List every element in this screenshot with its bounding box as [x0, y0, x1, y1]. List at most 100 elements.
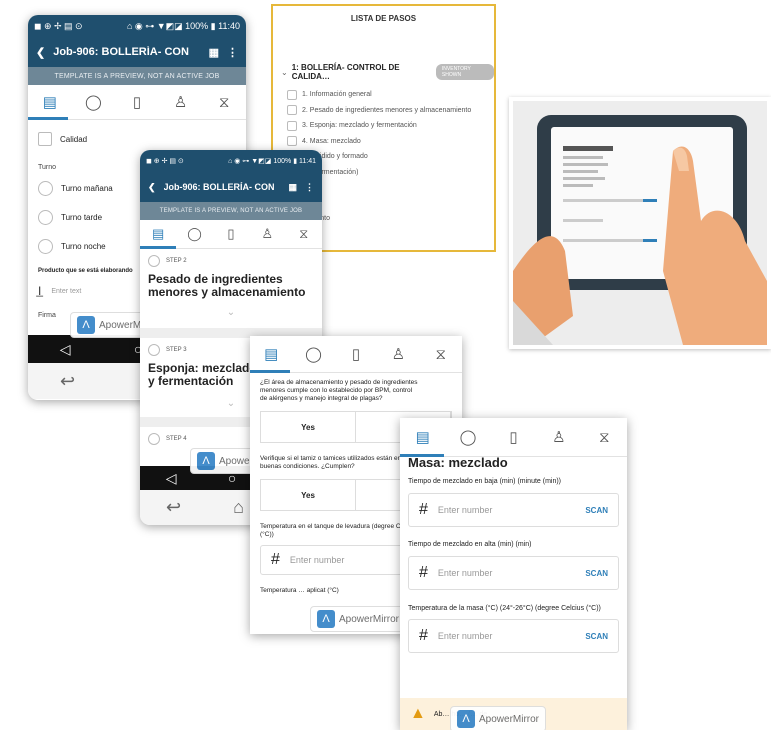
radio-label: Turno tarde — [61, 213, 103, 222]
tab-user-icon[interactable]: ♙ — [544, 428, 574, 446]
list-title: LISTA DE PASOS — [350, 14, 417, 23]
job-title: Job-906: BOLLERÍA- CON — [53, 46, 189, 58]
number-input[interactable]: # Enter number SCAN — [408, 619, 619, 653]
text-cursor-icon: I̲ — [38, 284, 42, 298]
chevron-down-icon[interactable]: ⌄ — [148, 307, 314, 318]
tab-document-icon[interactable]: ▯ — [216, 226, 246, 242]
step-checkbox[interactable] — [287, 136, 297, 147]
text-input-placeholder: Enter text — [51, 287, 82, 295]
tab-checklist-icon[interactable]: ▤ — [256, 345, 286, 363]
status-bar: ◼ ⊕ ✢ ▤ ⊙ ⌂ ◉ ⊶ ▼◩◪ 100% ▮ 11:40 — [28, 15, 246, 37]
tab-bar: ▤ ◯ ▯ ♙ ⧖ — [28, 85, 246, 120]
yes-option[interactable]: Yes — [261, 412, 356, 442]
back-triangle-icon[interactable]: ◁ — [166, 470, 177, 487]
tab-timer-icon[interactable]: ⧖ — [289, 226, 319, 242]
tab-user-icon[interactable]: ♙ — [166, 93, 196, 111]
step-label: STEP 3 — [166, 347, 187, 353]
job-title: Job-906: BOLLERÍA- CON — [163, 182, 275, 192]
preview-banner: TEMPLATE IS A PREVIEW, NOT AN ACTIVE JOB — [28, 67, 246, 85]
radio-button[interactable] — [38, 239, 53, 254]
watermark: Ʌ ApowerMirror — [450, 706, 547, 730]
step-radio[interactable] — [148, 255, 160, 267]
step-list-item[interactable]: 2. Pesado de ingredientes menores y alma… — [287, 103, 494, 119]
tab-document-icon[interactable]: ▯ — [498, 428, 528, 446]
step-list-label: 4. Masa: mezclado — [302, 137, 361, 145]
phone-screen-4: ▤ ◯ ▯ ♙ ⧖ Masa: mezclado Tiempo de mezcl… — [400, 418, 627, 730]
scan-button[interactable]: SCAN — [585, 506, 608, 515]
step-checkbox[interactable] — [287, 105, 297, 116]
step-checkbox[interactable] — [287, 120, 297, 131]
tab-timer-icon[interactable]: ⧖ — [426, 346, 456, 363]
attachment-icon[interactable]: ▦ — [209, 46, 219, 59]
list-section-title[interactable]: 1: BOLLERÍA- CONTROL DE CALIDA… — [292, 63, 430, 81]
tab-checklist-icon[interactable]: ▤ — [35, 93, 65, 111]
tab-checklist-icon[interactable]: ▤ — [143, 226, 173, 242]
device-home-icon[interactable]: ⌂ — [233, 497, 244, 518]
step-title[interactable]: Esponja: mezclado y fermentación — [148, 362, 258, 388]
more-vert-icon[interactable]: ⋮ — [227, 46, 238, 59]
number-hash-icon: # — [419, 501, 428, 518]
tab-document-icon[interactable]: ▯ — [341, 345, 371, 363]
field-label: Temperatura de la masa (°C) (24°-26°C) (… — [408, 605, 601, 612]
question-text: ¿El área de almacenamiento y pesado de i… — [260, 379, 418, 402]
tab-comments-icon[interactable]: ◯ — [299, 345, 329, 363]
tab-comments-icon[interactable]: ◯ — [180, 226, 210, 242]
radio-button[interactable] — [38, 210, 53, 225]
step-label: STEP 4 — [166, 436, 187, 442]
more-vert-icon[interactable]: ⋮ — [305, 182, 314, 193]
step-list-label: 2. Pesado de ingredientes menores y alma… — [302, 106, 472, 114]
status-bar: ◼ ⊕ ✢ ▤ ⊙ ⌂ ◉ ⊶ ▼◩◪ 100% ▮ 11:41 — [140, 150, 322, 172]
step-list-item[interactable]: 4. Masa: mezclado — [287, 134, 494, 150]
step-title[interactable]: Pesado de ingredientes menores y almacen… — [148, 273, 314, 299]
tab-user-icon[interactable]: ♙ — [383, 345, 413, 363]
back-arrow-icon[interactable]: ❮ — [36, 46, 45, 59]
step-label: STEP 2 — [166, 258, 187, 264]
tab-bar: ▤ ◯ ▯ ♙ ⧖ — [140, 220, 322, 249]
calidad-checkbox-row[interactable]: Calidad — [38, 132, 236, 146]
scan-button[interactable]: SCAN — [585, 569, 608, 578]
step-heading: Masa: mezclado — [408, 455, 508, 470]
number-input[interactable]: # Enter number SCAN — [408, 493, 619, 527]
back-triangle-icon[interactable]: ◁ — [60, 341, 71, 358]
radio-button[interactable] — [38, 181, 53, 196]
step-radio[interactable] — [148, 433, 160, 445]
checkbox[interactable] — [38, 132, 52, 146]
tab-bar: ▤ ◯ ▯ ♙ ⧖ — [400, 418, 627, 457]
tab-checklist-icon[interactable]: ▤ — [408, 428, 438, 446]
tab-comments-icon[interactable]: ◯ — [78, 93, 108, 111]
device-back-icon[interactable]: ↩ — [166, 497, 181, 518]
question-text: Temperatura en el tanque de levadura (de… — [260, 523, 418, 538]
tab-timer-icon[interactable]: ⧖ — [209, 94, 239, 111]
number-hash-icon: # — [419, 627, 428, 644]
tab-comments-icon[interactable]: ◯ — [453, 428, 483, 446]
step-list-label: 1. Información general — [302, 91, 372, 99]
apowermirror-logo-icon: Ʌ — [317, 610, 335, 628]
question-text: Verifique si el tamiz o tamices utilizad… — [260, 455, 402, 470]
preview-banner: TEMPLATE IS A PREVIEW, NOT AN ACTIVE JOB — [140, 202, 322, 220]
number-input[interactable]: # Enter number SCAN — [408, 556, 619, 590]
app-bar: ❮ Job-906: BOLLERÍA- CON ▦ ⋮ — [140, 172, 322, 202]
tab-bar: ▤ ◯ ▯ ♙ ⧖ — [250, 336, 462, 373]
step-list-item[interactable]: 3. Esponja: mezclado y fermentación — [287, 118, 494, 134]
field-label: Tiempo de mezclado en alta (min) (min) — [408, 541, 532, 548]
chevron-down-icon[interactable]: ⌄ — [281, 68, 288, 77]
scan-button[interactable]: SCAN — [585, 632, 608, 641]
app-bar: ❮ Job-906: BOLLERÍA- CON ▦ ⋮ — [28, 37, 246, 67]
number-hash-icon: # — [419, 564, 428, 581]
step-checkbox[interactable] — [287, 89, 297, 100]
tab-user-icon[interactable]: ♙ — [252, 226, 282, 242]
apowermirror-logo-icon: Ʌ — [457, 710, 475, 728]
yes-option[interactable]: Yes — [261, 480, 356, 510]
attachment-icon[interactable]: ▦ — [288, 182, 297, 193]
step-list-item[interactable]: 1. Información general — [287, 87, 494, 103]
tab-document-icon[interactable]: ▯ — [122, 93, 152, 111]
device-back-icon[interactable]: ↩ — [60, 371, 75, 392]
radio-label: Turno mañana — [61, 184, 113, 193]
tab-timer-icon[interactable]: ⧖ — [589, 429, 619, 446]
apowermirror-logo-icon: Ʌ — [77, 316, 95, 334]
field-label: Tiempo de mezclado en baja (min) (minute… — [408, 478, 562, 485]
tablet-hands-illustration — [509, 97, 771, 349]
step-radio[interactable] — [148, 344, 160, 356]
radio-label: Turno noche — [61, 242, 106, 251]
back-arrow-icon[interactable]: ❮ — [148, 182, 156, 193]
